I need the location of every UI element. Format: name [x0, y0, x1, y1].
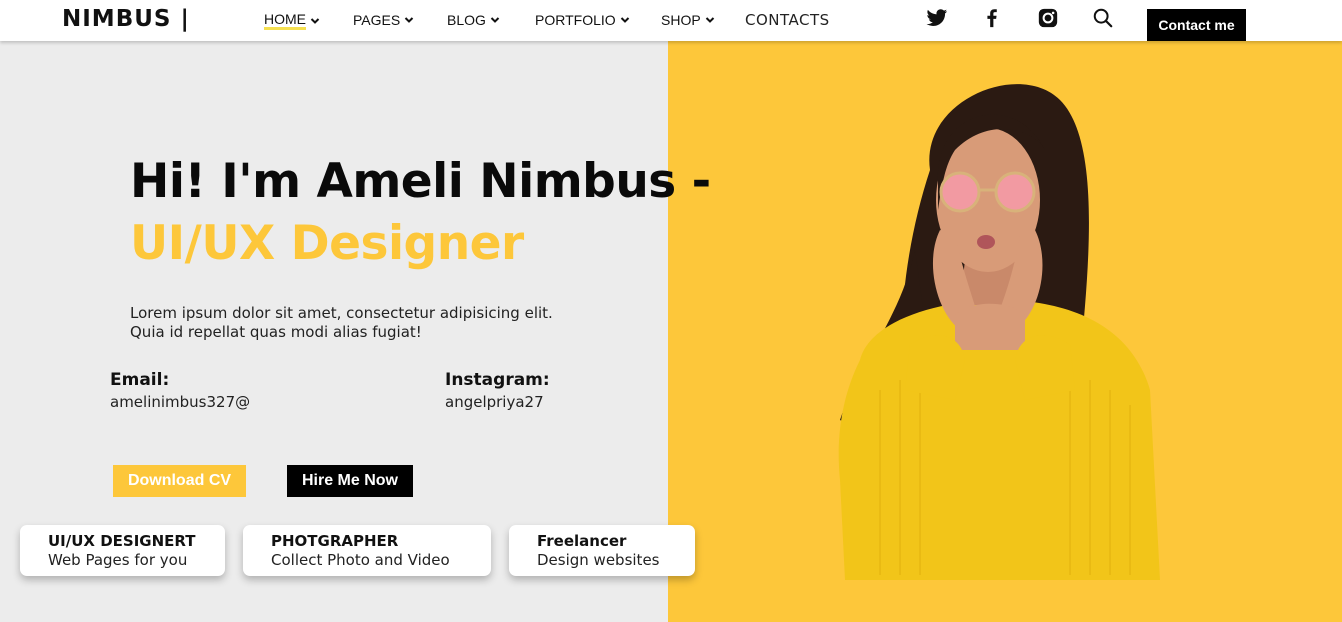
- hire-me-button[interactable]: Hire Me Now: [287, 465, 413, 497]
- chevron-down-icon: [404, 17, 414, 23]
- service-card-photographer[interactable]: PHOTGRAPHER Collect Photo and Video: [243, 525, 491, 576]
- nav-home[interactable]: HOME: [264, 12, 320, 30]
- hero-title: Hi! I'm Ameli Nimbus -: [130, 154, 711, 209]
- hero-description-line: Lorem ipsum dolor sit amet, consectetur …: [130, 304, 553, 322]
- instagram-value[interactable]: angelpriya27: [445, 393, 544, 411]
- card-subtitle: Design websites: [537, 551, 660, 569]
- chevron-down-icon: [705, 17, 714, 23]
- nav-pages-label: PAGES: [353, 12, 401, 28]
- hero-description-line: Quia id repellat quas modi alias fugiat!: [130, 323, 422, 341]
- nav-pages[interactable]: PAGES: [353, 12, 414, 28]
- card-subtitle: Web Pages for you: [48, 551, 188, 569]
- email-label: Email:: [110, 370, 170, 390]
- email-value[interactable]: amelinimbus327@: [110, 393, 250, 411]
- top-header: NIMBUS | HOME PAGES BLOG PORTFOLIO SHOP …: [0, 0, 1342, 41]
- twitter-icon[interactable]: [926, 7, 948, 29]
- contact-me-button[interactable]: Contact me: [1147, 9, 1246, 41]
- nav-shop-label: SHOP: [661, 12, 701, 28]
- facebook-icon[interactable]: [981, 7, 1003, 29]
- instagram-icon[interactable]: [1037, 7, 1059, 29]
- nav-blog[interactable]: BLOG: [447, 12, 500, 28]
- chevron-down-icon: [620, 17, 629, 23]
- nav-shop[interactable]: SHOP: [661, 12, 715, 28]
- card-title: Freelancer: [537, 532, 627, 550]
- card-title: PHOTGRAPHER: [271, 532, 399, 550]
- card-title: UI/UX DESIGNERT: [48, 532, 196, 550]
- card-subtitle: Collect Photo and Video: [271, 551, 450, 569]
- instagram-label: Instagram:: [445, 370, 550, 390]
- profile-photo: [838, 84, 1160, 580]
- hero-description: Lorem ipsum dolor sit amet, consectetur …: [130, 304, 650, 342]
- nav-portfolio-label: PORTFOLIO: [535, 12, 616, 28]
- nav-home-label: HOME: [264, 12, 306, 30]
- nav-contacts-label: CONTACTS: [745, 11, 830, 29]
- hero-subtitle: UI/UX Designer: [130, 216, 524, 271]
- chevron-down-icon: [310, 18, 320, 24]
- service-card-freelancer[interactable]: Freelancer Design websites: [509, 525, 695, 576]
- chevron-down-icon: [490, 17, 500, 23]
- nav-blog-label: BLOG: [447, 12, 486, 28]
- download-cv-button[interactable]: Download CV: [113, 465, 246, 497]
- site-logo[interactable]: NIMBUS |: [62, 6, 190, 32]
- search-icon[interactable]: [1092, 7, 1114, 29]
- nav-portfolio[interactable]: PORTFOLIO: [535, 12, 630, 28]
- nav-contacts[interactable]: CONTACTS: [745, 11, 830, 29]
- service-card-uiux[interactable]: UI/UX DESIGNERT Web Pages for you: [20, 525, 225, 576]
